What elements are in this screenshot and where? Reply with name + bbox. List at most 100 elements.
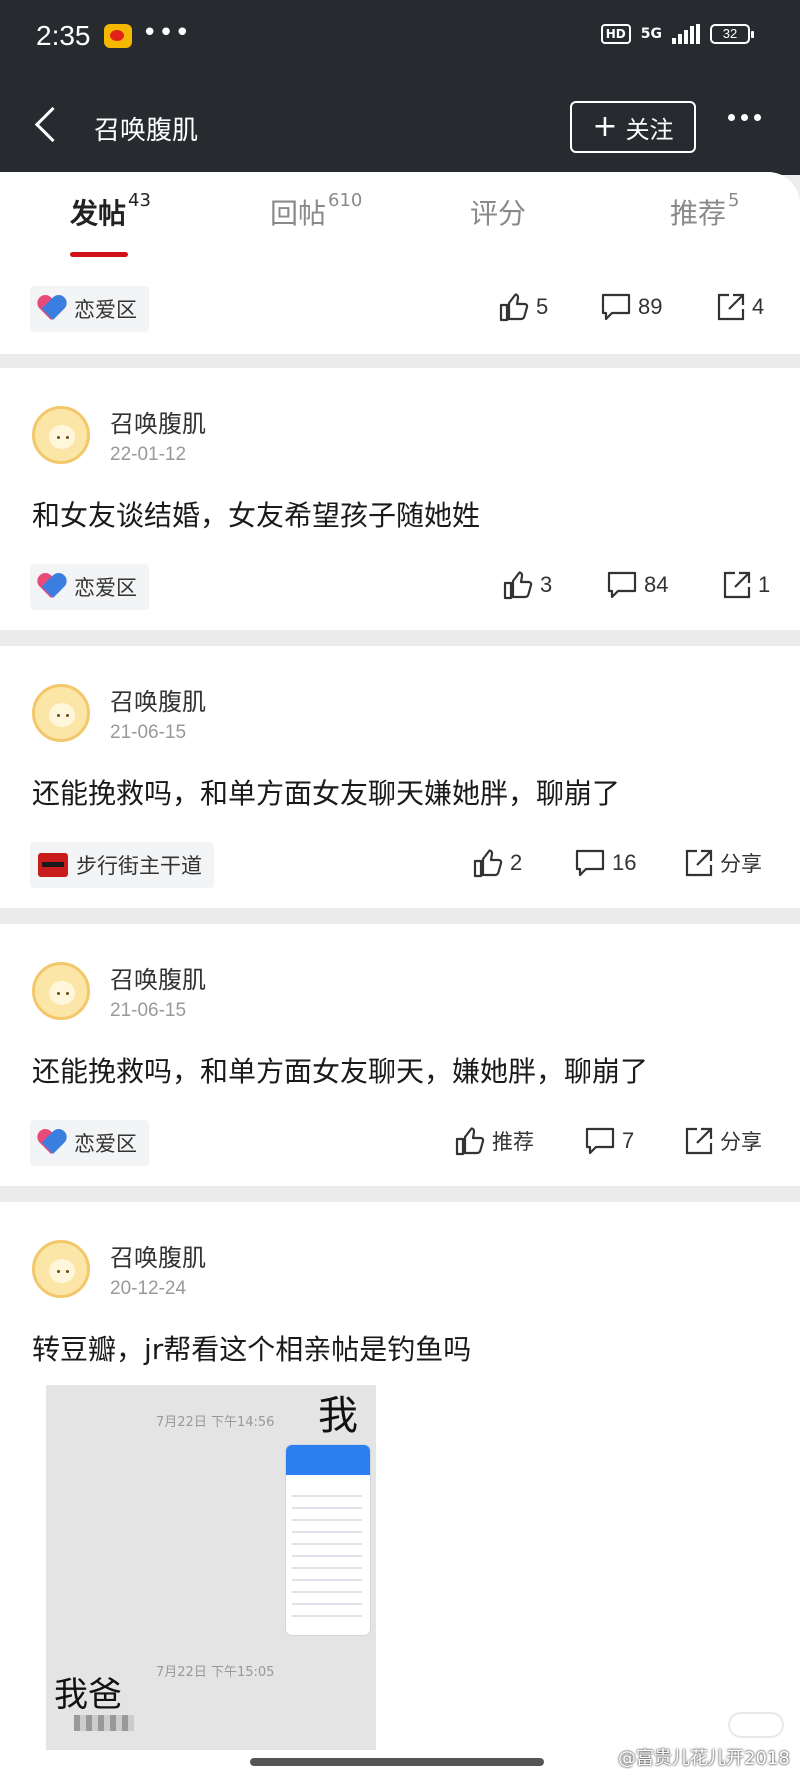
post-title[interactable]: 还能挽救吗，和单方面女友聊天嫌她胖，聊崩了: [32, 772, 620, 812]
tab-replies[interactable]: 回帖 610: [270, 190, 363, 232]
weibo-logo-badge: [728, 1712, 784, 1738]
tab-count: 43: [128, 190, 151, 211]
comment-button[interactable]: 89: [600, 292, 662, 322]
post-title[interactable]: 转豆瓣，jr帮看这个相亲帖是钓鱼吗: [32, 1328, 471, 1368]
tab-posts[interactable]: 发帖 43: [70, 190, 151, 232]
post-title[interactable]: 和女友谈结婚，女友希望孩子随她姓: [32, 494, 480, 534]
share-label: 分享: [720, 852, 762, 876]
comment-icon: [575, 849, 605, 877]
status-time: 2:35: [36, 20, 91, 51]
like-count: 2: [510, 850, 523, 875]
forum-tag[interactable]: 恋爱区: [30, 286, 149, 332]
like-count: 5: [536, 294, 549, 319]
author-name[interactable]: 召唤腹肌: [110, 404, 206, 439]
comment-icon: [607, 571, 637, 599]
follow-button[interactable]: + 关注: [570, 101, 696, 153]
image-caption: 我爸: [54, 1675, 122, 1715]
share-icon: [685, 1127, 713, 1155]
share-button[interactable]: 分享: [684, 1126, 762, 1156]
like-count: 3: [540, 572, 553, 597]
like-button[interactable]: 3: [502, 570, 552, 600]
forum-tag[interactable]: 步行街主干道: [30, 842, 214, 888]
post-card[interactable]: 召唤腹肌 22-01-12 和女友谈结婚，女友希望孩子随她姓 恋爱区 3 84 …: [0, 368, 800, 630]
share-icon: [685, 849, 713, 877]
status-indicators: HD 5G 32: [600, 24, 754, 44]
post-image[interactable]: 7月22日 下午14:56 我 7月22日 下午15:05 我爸: [46, 1385, 376, 1750]
avatar[interactable]: [32, 962, 90, 1020]
recommend-label: 推荐: [492, 1130, 534, 1154]
image-caption: 我: [318, 1393, 358, 1439]
post-date: 21-06-15: [110, 1000, 187, 1021]
avatar[interactable]: [32, 684, 90, 742]
forum-tag[interactable]: 恋爱区: [30, 1120, 149, 1166]
comment-count: 7: [622, 1128, 635, 1153]
page-title: 召唤腹肌: [94, 116, 199, 146]
post-date: 22-01-12: [110, 444, 187, 465]
signal-icon: [672, 24, 700, 44]
heart-icon: [38, 1130, 66, 1156]
comment-icon: [585, 1127, 615, 1155]
comment-button[interactable]: 16: [574, 848, 636, 878]
jersey-icon: [38, 853, 68, 877]
tag-label: 恋爱区: [74, 298, 137, 322]
watermark: @富贵儿花儿开2018: [618, 1748, 790, 1769]
heart-icon: [38, 574, 66, 600]
comment-count: 16: [612, 850, 637, 875]
plus-icon: +: [592, 109, 618, 144]
post-card[interactable]: 召唤腹肌 21-06-15 还能挽救吗，和单方面女友聊天嫌她胖，聊崩了 步行街主…: [0, 646, 800, 908]
post-card[interactable]: 恋爱区 5 89 4: [0, 262, 800, 354]
author-name[interactable]: 召唤腹肌: [110, 682, 206, 717]
heart-icon: [38, 296, 66, 322]
post-title[interactable]: 还能挽救吗，和单方面女友聊天，嫌她胖，聊崩了: [32, 1050, 648, 1090]
like-button[interactable]: 2: [472, 848, 522, 878]
chat-timestamp: 7月22日 下午14:56: [156, 1415, 275, 1430]
comment-count: 84: [644, 572, 669, 597]
follow-label: 关注: [625, 115, 674, 144]
post-date: 20-12-24: [110, 1278, 187, 1299]
home-indicator[interactable]: [250, 1758, 544, 1766]
post-card[interactable]: 召唤腹肌 21-06-15 还能挽救吗，和单方面女友聊天，嫌她胖，聊崩了 恋爱区…: [0, 924, 800, 1186]
thumbs-up-icon: [499, 293, 529, 322]
back-icon[interactable]: [34, 106, 71, 143]
recommend-button[interactable]: 推荐: [454, 1126, 534, 1156]
share-button[interactable]: 分享: [684, 848, 762, 878]
post-date: 21-06-15: [110, 722, 187, 743]
battery-icon: 32: [710, 24, 754, 44]
thumbs-up-icon: [455, 1127, 485, 1156]
chat-timestamp: 7月22日 下午15:05: [156, 1665, 275, 1680]
thumbs-up-icon: [473, 849, 503, 878]
network-label: 5G: [640, 26, 662, 42]
phone-screenshot: [286, 1445, 370, 1635]
comment-icon: [601, 293, 631, 321]
comment-count: 89: [638, 294, 663, 319]
active-tab-indicator: [70, 252, 128, 257]
comment-button[interactable]: 7: [584, 1126, 634, 1156]
share-count: 4: [752, 294, 765, 319]
share-label: 分享: [720, 1130, 762, 1154]
author-name[interactable]: 召唤腹肌: [110, 1238, 206, 1273]
weibo-app-icon: [104, 24, 132, 48]
avatar[interactable]: [32, 406, 90, 464]
tab-label: 回帖: [270, 197, 327, 230]
more-icon[interactable]: [728, 114, 761, 121]
tab-ratings[interactable]: 评分: [470, 192, 526, 232]
tag-label: 恋爱区: [74, 576, 137, 600]
share-count: 1: [758, 572, 771, 597]
tab-count: 610: [328, 190, 363, 211]
thumbs-up-icon: [503, 571, 533, 600]
top-bar: 2:35 ••• HD 5G 32 召唤腹肌 + 关注: [0, 0, 800, 175]
notification-more-icon: •••: [142, 18, 192, 48]
comment-button[interactable]: 84: [606, 570, 668, 600]
share-button[interactable]: 1: [722, 570, 770, 600]
forum-tag[interactable]: 恋爱区: [30, 564, 149, 610]
tag-label: 恋爱区: [74, 1132, 137, 1156]
blurred-text: [74, 1715, 134, 1731]
share-button[interactable]: 4: [716, 292, 764, 322]
avatar[interactable]: [32, 1240, 90, 1298]
profile-tabs: 发帖 43 回帖 610 评分 推荐 5: [0, 172, 800, 262]
share-icon: [723, 571, 751, 599]
tab-count: 5: [728, 190, 740, 211]
tab-recommend[interactable]: 推荐 5: [670, 190, 740, 232]
author-name[interactable]: 召唤腹肌: [110, 960, 206, 995]
like-button[interactable]: 5: [498, 292, 548, 322]
